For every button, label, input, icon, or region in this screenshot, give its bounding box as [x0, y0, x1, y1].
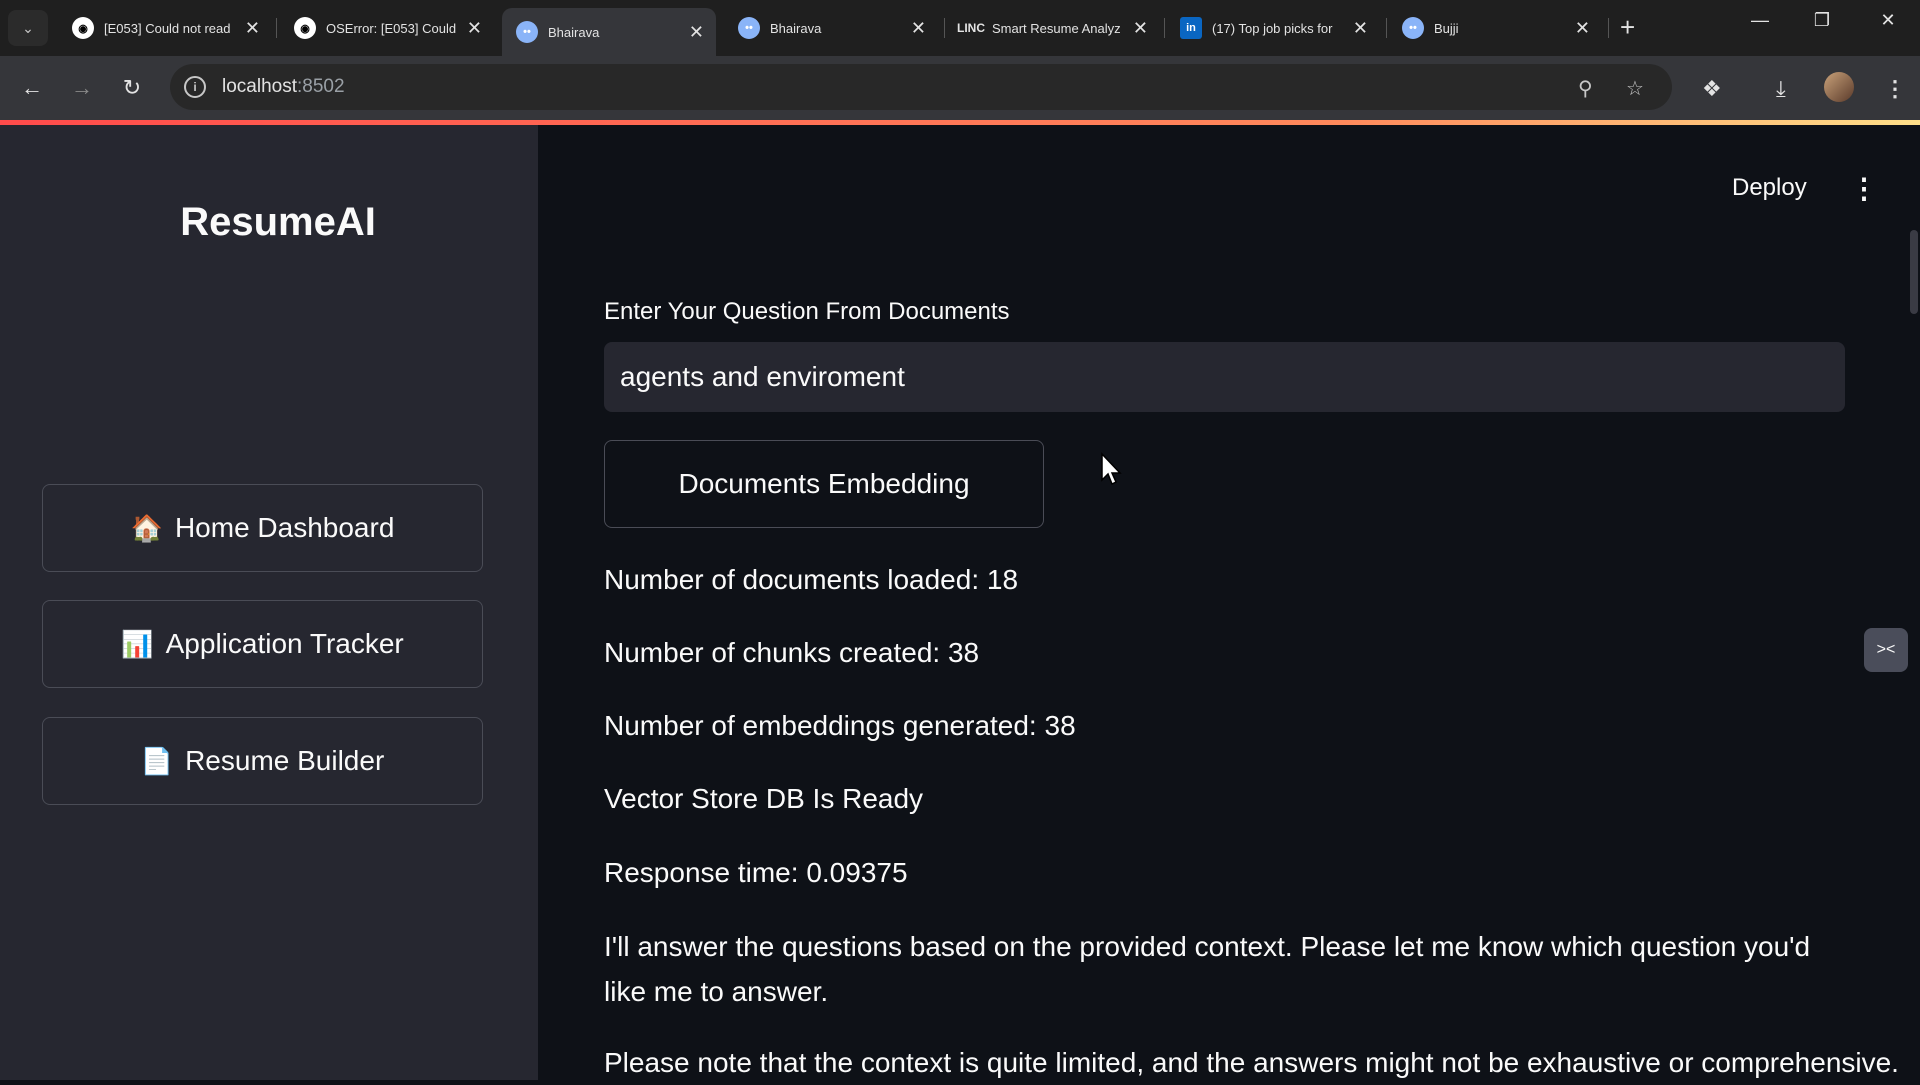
answer-paragraph: I'll answer the questions based on the p…: [604, 931, 1811, 1007]
response-time-text: Response time: 0.09375: [604, 857, 908, 888]
close-icon[interactable]: ✕: [1575, 18, 1590, 39]
browser-tab[interactable]: •• Bujji ✕: [1388, 8, 1602, 48]
browser-tab[interactable]: ◉ OSError: [E053] Could ✕: [280, 8, 494, 48]
tab-title: [E053] Could not read: [104, 20, 231, 36]
sidebar-toggle-icon[interactable]: ><: [1864, 628, 1908, 672]
minimize-icon[interactable]: —: [1740, 10, 1780, 31]
close-icon[interactable]: ✕: [911, 18, 926, 39]
home-dashboard-button[interactable]: 🏠 Home Dashboard: [42, 484, 483, 572]
deploy-button[interactable]: Deploy: [1732, 174, 1807, 202]
documents-loaded-text: Number of documents loaded: 18: [604, 564, 1019, 595]
bookmark-star-icon[interactable]: ☆: [1626, 76, 1644, 101]
sidebar-item-label: Resume Builder: [185, 745, 385, 776]
app-brand-title: ResumeAI: [180, 200, 376, 244]
question-label: Enter Your Question From Documents: [604, 298, 1010, 325]
close-icon[interactable]: ✕: [689, 22, 704, 43]
github-icon: ◉: [294, 17, 316, 39]
browser-tab[interactable]: in (17) Top job picks for ✕: [1166, 8, 1380, 48]
answer-paragraph: Please note that the context is quite li…: [604, 1047, 1899, 1078]
reload-icon[interactable]: ↻: [116, 72, 148, 104]
tab-title: (17) Top job picks for: [1212, 20, 1333, 36]
question-input[interactable]: agents and enviroment: [604, 342, 1845, 412]
scrollbar-thumb[interactable]: [1910, 230, 1918, 314]
linc-icon: LINC: [957, 21, 985, 35]
tab-title: Bujji: [1434, 20, 1459, 36]
sidebar-item-label: Application Tracker: [165, 628, 404, 659]
tab-title: OSError: [E053] Could: [326, 20, 457, 36]
browser-toolbar: ← → ↻ i localhost:8502 ⚲ ☆ ❖ ⤓ ⋮: [0, 56, 1920, 120]
forward-icon[interactable]: →: [66, 72, 98, 104]
profile-avatar[interactable]: [1824, 72, 1854, 102]
application-tracker-button[interactable]: 📊 Application Tracker: [42, 600, 483, 688]
chunks-created-text: Number of chunks created: 38: [604, 637, 980, 668]
tab-divider: [1386, 18, 1387, 38]
document-icon: 📄: [140, 745, 174, 776]
back-icon[interactable]: ←: [16, 72, 48, 104]
window-close-icon[interactable]: ✕: [1868, 10, 1908, 31]
close-icon[interactable]: ✕: [1353, 18, 1368, 39]
linkedin-icon: in: [1180, 17, 1202, 39]
close-icon[interactable]: ✕: [245, 18, 260, 39]
restore-icon[interactable]: ❐: [1802, 10, 1842, 31]
new-tab-icon[interactable]: +: [1620, 12, 1635, 42]
documents-embedding-button[interactable]: Documents Embedding: [604, 440, 1044, 528]
tab-title: Smart Resume Analyz: [992, 20, 1121, 36]
bar-chart-icon: 📊: [121, 628, 154, 659]
browser-tab[interactable]: ◉ [E053] Could not read ✕: [58, 8, 272, 48]
browser-menu-icon[interactable]: ⋮: [1884, 76, 1906, 102]
resume-builder-button[interactable]: 📄 Resume Builder: [42, 717, 483, 805]
house-icon: 🏠: [130, 512, 163, 543]
sidebar-item-label: Home Dashboard: [174, 512, 395, 543]
tab-divider: [1164, 18, 1165, 38]
chat-icon: ••: [738, 17, 760, 39]
chat-icon: ••: [1402, 17, 1424, 39]
url-text: localhost:8502: [222, 76, 345, 97]
tab-search-button[interactable]: ⌄: [8, 10, 48, 46]
download-icon[interactable]: ⤓: [1776, 76, 1786, 102]
vector-store-status-text: Vector Store DB Is Ready: [604, 783, 924, 814]
close-icon[interactable]: ✕: [1133, 18, 1148, 39]
github-icon: ◉: [72, 17, 94, 39]
site-info-icon[interactable]: i: [184, 76, 206, 98]
embeddings-generated-text: Number of embeddings generated: 38: [604, 710, 1076, 741]
zoom-icon[interactable]: ⚲: [1578, 76, 1593, 101]
close-icon[interactable]: ✕: [467, 18, 482, 39]
browser-tab[interactable]: •• Bhairava ✕: [724, 8, 938, 48]
tab-divider: [276, 18, 277, 38]
more-options-icon[interactable]: ⋮: [1850, 172, 1878, 205]
tab-divider: [944, 18, 945, 38]
chat-icon: ••: [516, 21, 538, 43]
tab-divider: [1608, 18, 1609, 38]
extensions-icon[interactable]: ❖: [1702, 76, 1722, 102]
address-bar[interactable]: i localhost:8502 ⚲ ☆: [170, 64, 1672, 110]
tab-title: Bhairava: [548, 24, 600, 40]
browser-tab-bar: ⌄ ◉ [E053] Could not read ✕ ◉ OSError: […: [0, 0, 1920, 56]
mouse-cursor-icon: [1101, 452, 1122, 486]
tab-title: Bhairava: [770, 20, 822, 36]
browser-tab-active[interactable]: •• Bhairava ✕: [502, 8, 716, 56]
browser-tab[interactable]: LINC Smart Resume Analyz ✕: [946, 8, 1160, 48]
